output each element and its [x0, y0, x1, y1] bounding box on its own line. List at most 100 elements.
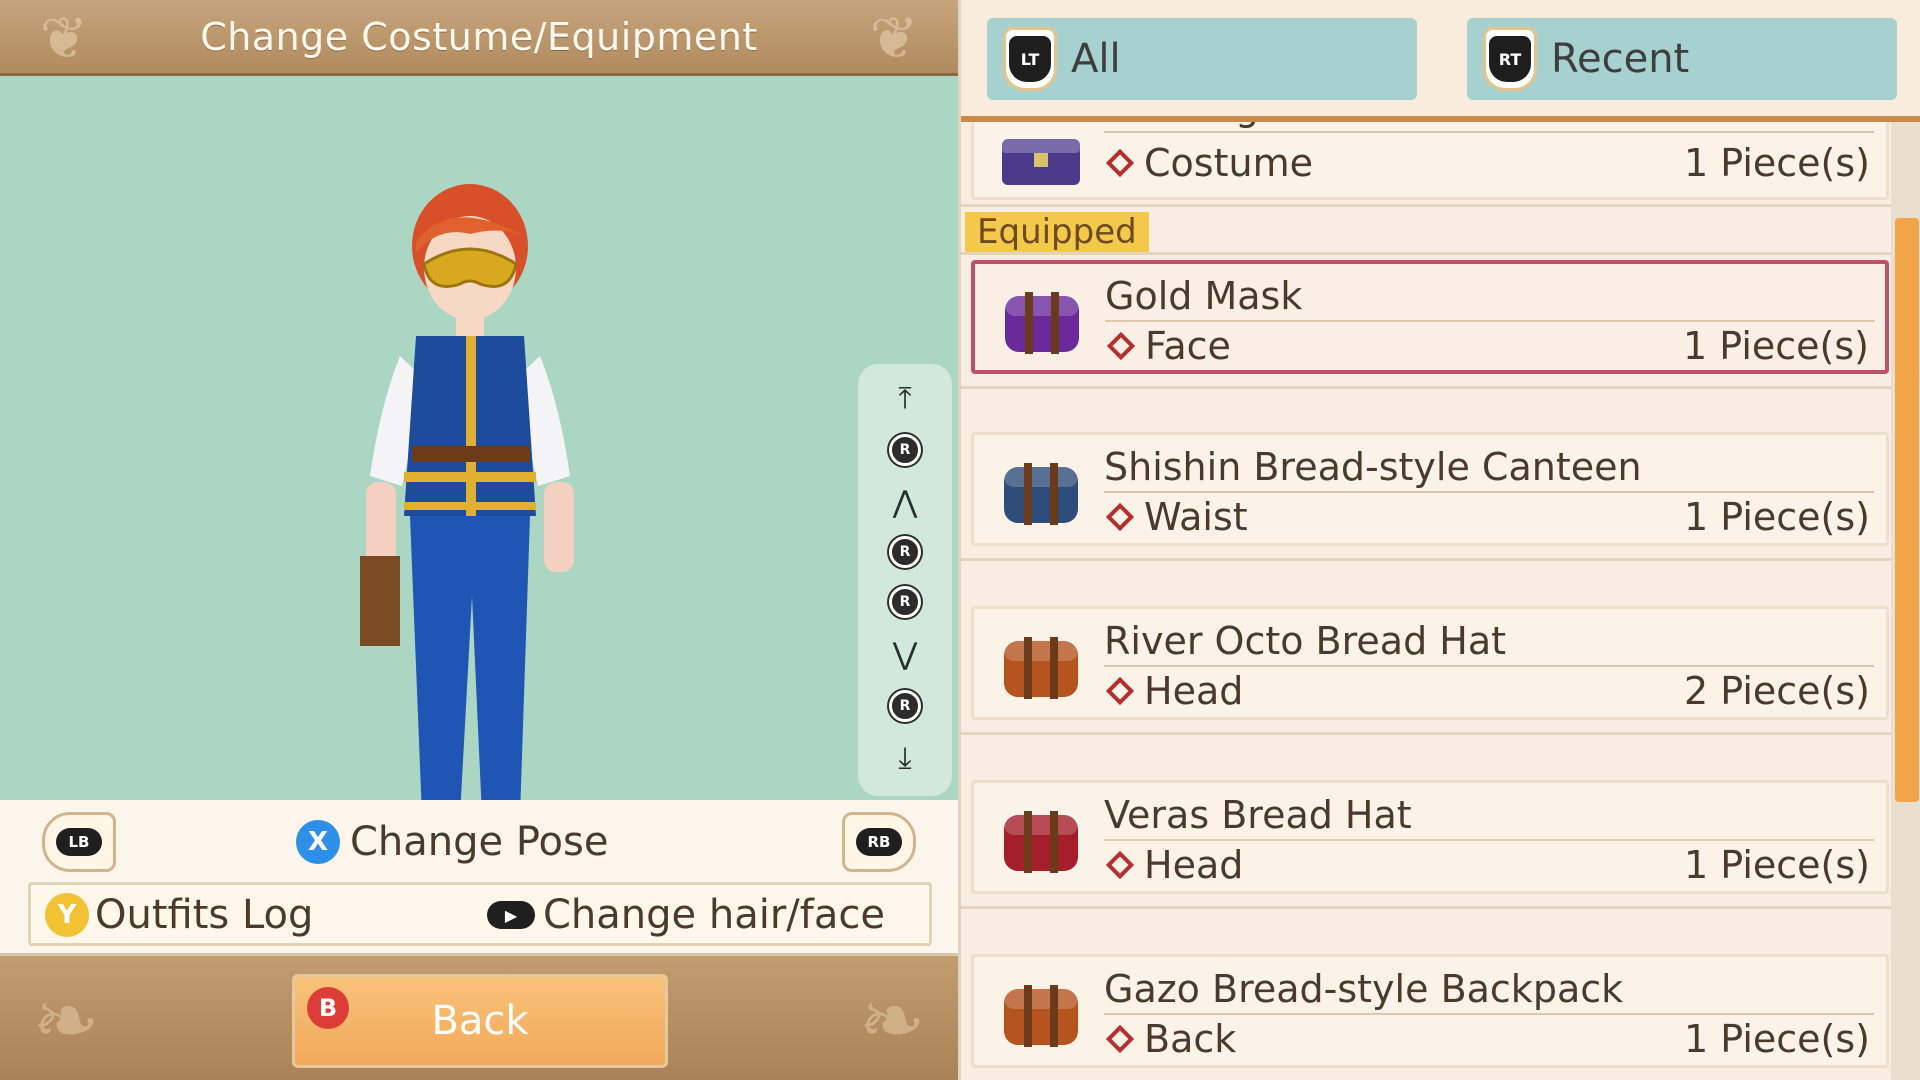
item-slot-label: Waist: [1144, 495, 1248, 539]
item-quantity: 1 Piece(s): [1684, 495, 1870, 539]
list-item-top[interactable]: Gold Light Armor Costume 1 Piece(s): [971, 122, 1889, 200]
scroll-bottom-icon[interactable]: ⤓: [858, 736, 952, 780]
section-divider: [961, 906, 1891, 909]
character-preview[interactable]: ⤒ R ⋀ R R ⋁ R ⤓: [0, 76, 958, 836]
rstick-right-badge: R: [889, 586, 921, 618]
rb-button[interactable]: RB: [842, 812, 916, 872]
zoom-in-icon[interactable]: ⋀: [858, 480, 952, 524]
outfits-log-button[interactable]: Y Outfits Log: [45, 889, 313, 941]
tab-all-label: All: [1071, 36, 1121, 82]
diamond-icon: [1105, 502, 1135, 532]
rt-label: RT: [1489, 36, 1531, 82]
lb-label: LB: [56, 828, 102, 856]
preview-panel: ❦ Change Costume/Equipment ❦ ⤒ R ⋀ R R ⋁…: [0, 0, 958, 1080]
rstick-up-icon[interactable]: R: [858, 428, 952, 472]
camera-controls: ⤒ R ⋀ R R ⋁ R ⤓: [858, 364, 952, 796]
rt-shoulder-icon: RT: [1483, 27, 1537, 91]
zoom-out-icon[interactable]: ⋁: [858, 632, 952, 676]
lb-button[interactable]: LB: [42, 812, 116, 872]
list-item[interactable]: Gazo Bread-style Backpack Back 1 Piece(s…: [971, 954, 1889, 1068]
item-slot-label: Head: [1144, 843, 1244, 887]
ornament-right-icon: ❦: [869, 4, 919, 72]
tab-bar: LT All RT Recent: [961, 0, 1920, 122]
item-slot-label: Face: [1145, 324, 1231, 368]
item-quantity: 1 Piece(s): [1684, 843, 1870, 887]
list-scrollbar[interactable]: [1891, 122, 1920, 1080]
tab-recent[interactable]: RT Recent: [1467, 18, 1897, 100]
chest-icon: [1004, 637, 1078, 699]
b-button-icon: B: [307, 987, 349, 1029]
item-slot-label: Back: [1144, 1017, 1237, 1061]
item-quantity: 1 Piece(s): [1684, 141, 1870, 185]
diamond-icon: [1106, 331, 1136, 361]
stick-press-icon: ▶: [487, 901, 535, 929]
item-slot: Back: [1104, 1017, 1236, 1061]
item-name: Veras Bread Hat: [1104, 793, 1874, 841]
item-quantity: 1 Piece(s): [1684, 1017, 1870, 1061]
chest-icon: [1004, 985, 1078, 1047]
item-name: Shishin Bread-style Canteen: [1104, 445, 1874, 493]
chest-icon: [1005, 292, 1079, 354]
rstick-down-icon[interactable]: R: [858, 684, 952, 728]
diamond-icon: [1105, 676, 1135, 706]
item-slot-label: Head: [1144, 669, 1244, 713]
section-divider: [961, 204, 1891, 207]
footer-ornament-left-icon: ❧: [32, 974, 100, 1067]
lt-label: LT: [1009, 36, 1051, 82]
item-slot: Waist: [1104, 495, 1248, 539]
item-slot: Head: [1104, 669, 1243, 713]
rstick-up-badge: R: [889, 434, 921, 466]
character-avatar[interactable]: [340, 156, 600, 856]
list-item-equipped[interactable]: Gold Mask Face 1 Piece(s): [971, 260, 1889, 374]
diamond-icon: [1105, 1024, 1135, 1054]
item-slot: Costume: [1104, 141, 1313, 185]
item-quantity: 2 Piece(s): [1684, 669, 1870, 713]
equipment-panel: LT All RT Recent Gold Light Armor Costum…: [958, 0, 1920, 1080]
diamond-icon: [1105, 850, 1135, 880]
back-label: Back: [431, 998, 529, 1044]
item-name: River Octo Bread Hat: [1104, 619, 1874, 667]
change-pose-label: Change Pose: [350, 819, 609, 865]
outfits-log-label: Outfits Log: [95, 892, 314, 938]
rstick-left-icon[interactable]: R: [858, 530, 952, 574]
footer-ornament-right-icon: ❧: [858, 974, 926, 1067]
section-divider: [961, 732, 1891, 735]
rstick-down-badge: R: [889, 690, 921, 722]
y-button-icon: Y: [45, 893, 89, 937]
page-title: Change Costume/Equipment: [200, 14, 758, 59]
change-hair-face-label: Change hair/face: [543, 892, 885, 938]
tab-recent-label: Recent: [1551, 36, 1690, 82]
item-slot-label: Costume: [1144, 141, 1313, 185]
controls-strip: LB X Change Pose RB Y Outfits Log ▶ Chan…: [0, 800, 958, 956]
back-button[interactable]: B Back: [292, 974, 668, 1068]
item-list[interactable]: Gold Light Armor Costume 1 Piece(s) Equi…: [961, 122, 1891, 1080]
rb-label: RB: [856, 828, 902, 856]
item-name: Gold Light Armor: [1104, 122, 1874, 133]
item-slot: Face: [1105, 324, 1231, 368]
footer: ❧ B Back ❧: [0, 956, 958, 1080]
title-bar: ❦ Change Costume/Equipment ❦: [0, 0, 958, 76]
change-hair-face-button[interactable]: ▶ Change hair/face: [487, 889, 885, 941]
section-divider: [961, 252, 1891, 255]
scroll-top-icon[interactable]: ⤒: [858, 376, 952, 420]
list-item[interactable]: River Octo Bread Hat Head 2 Piece(s): [971, 606, 1889, 720]
chest-icon: [1004, 463, 1078, 525]
scrollbar-thumb[interactable]: [1895, 218, 1919, 802]
list-item[interactable]: Shishin Bread-style Canteen Waist 1 Piec…: [971, 432, 1889, 546]
item-name: Gazo Bread-style Backpack: [1104, 967, 1874, 1015]
lt-shoulder-icon: LT: [1003, 27, 1057, 91]
section-divider: [961, 558, 1891, 561]
change-pose-button[interactable]: X Change Pose: [296, 816, 608, 868]
tab-all[interactable]: LT All: [987, 18, 1417, 100]
rstick-right-icon[interactable]: R: [858, 580, 952, 624]
diamond-icon: [1105, 148, 1135, 178]
item-name: Gold Mask: [1105, 274, 1875, 322]
equipped-label: Equipped: [965, 212, 1149, 252]
ornament-left-icon: ❦: [39, 4, 89, 72]
item-slot: Head: [1104, 843, 1243, 887]
armor-chest-icon: [1002, 139, 1080, 185]
list-item[interactable]: Veras Bread Hat Head 1 Piece(s): [971, 780, 1889, 894]
section-divider: [961, 386, 1891, 389]
x-button-icon: X: [296, 820, 340, 864]
item-quantity: 1 Piece(s): [1683, 324, 1869, 368]
